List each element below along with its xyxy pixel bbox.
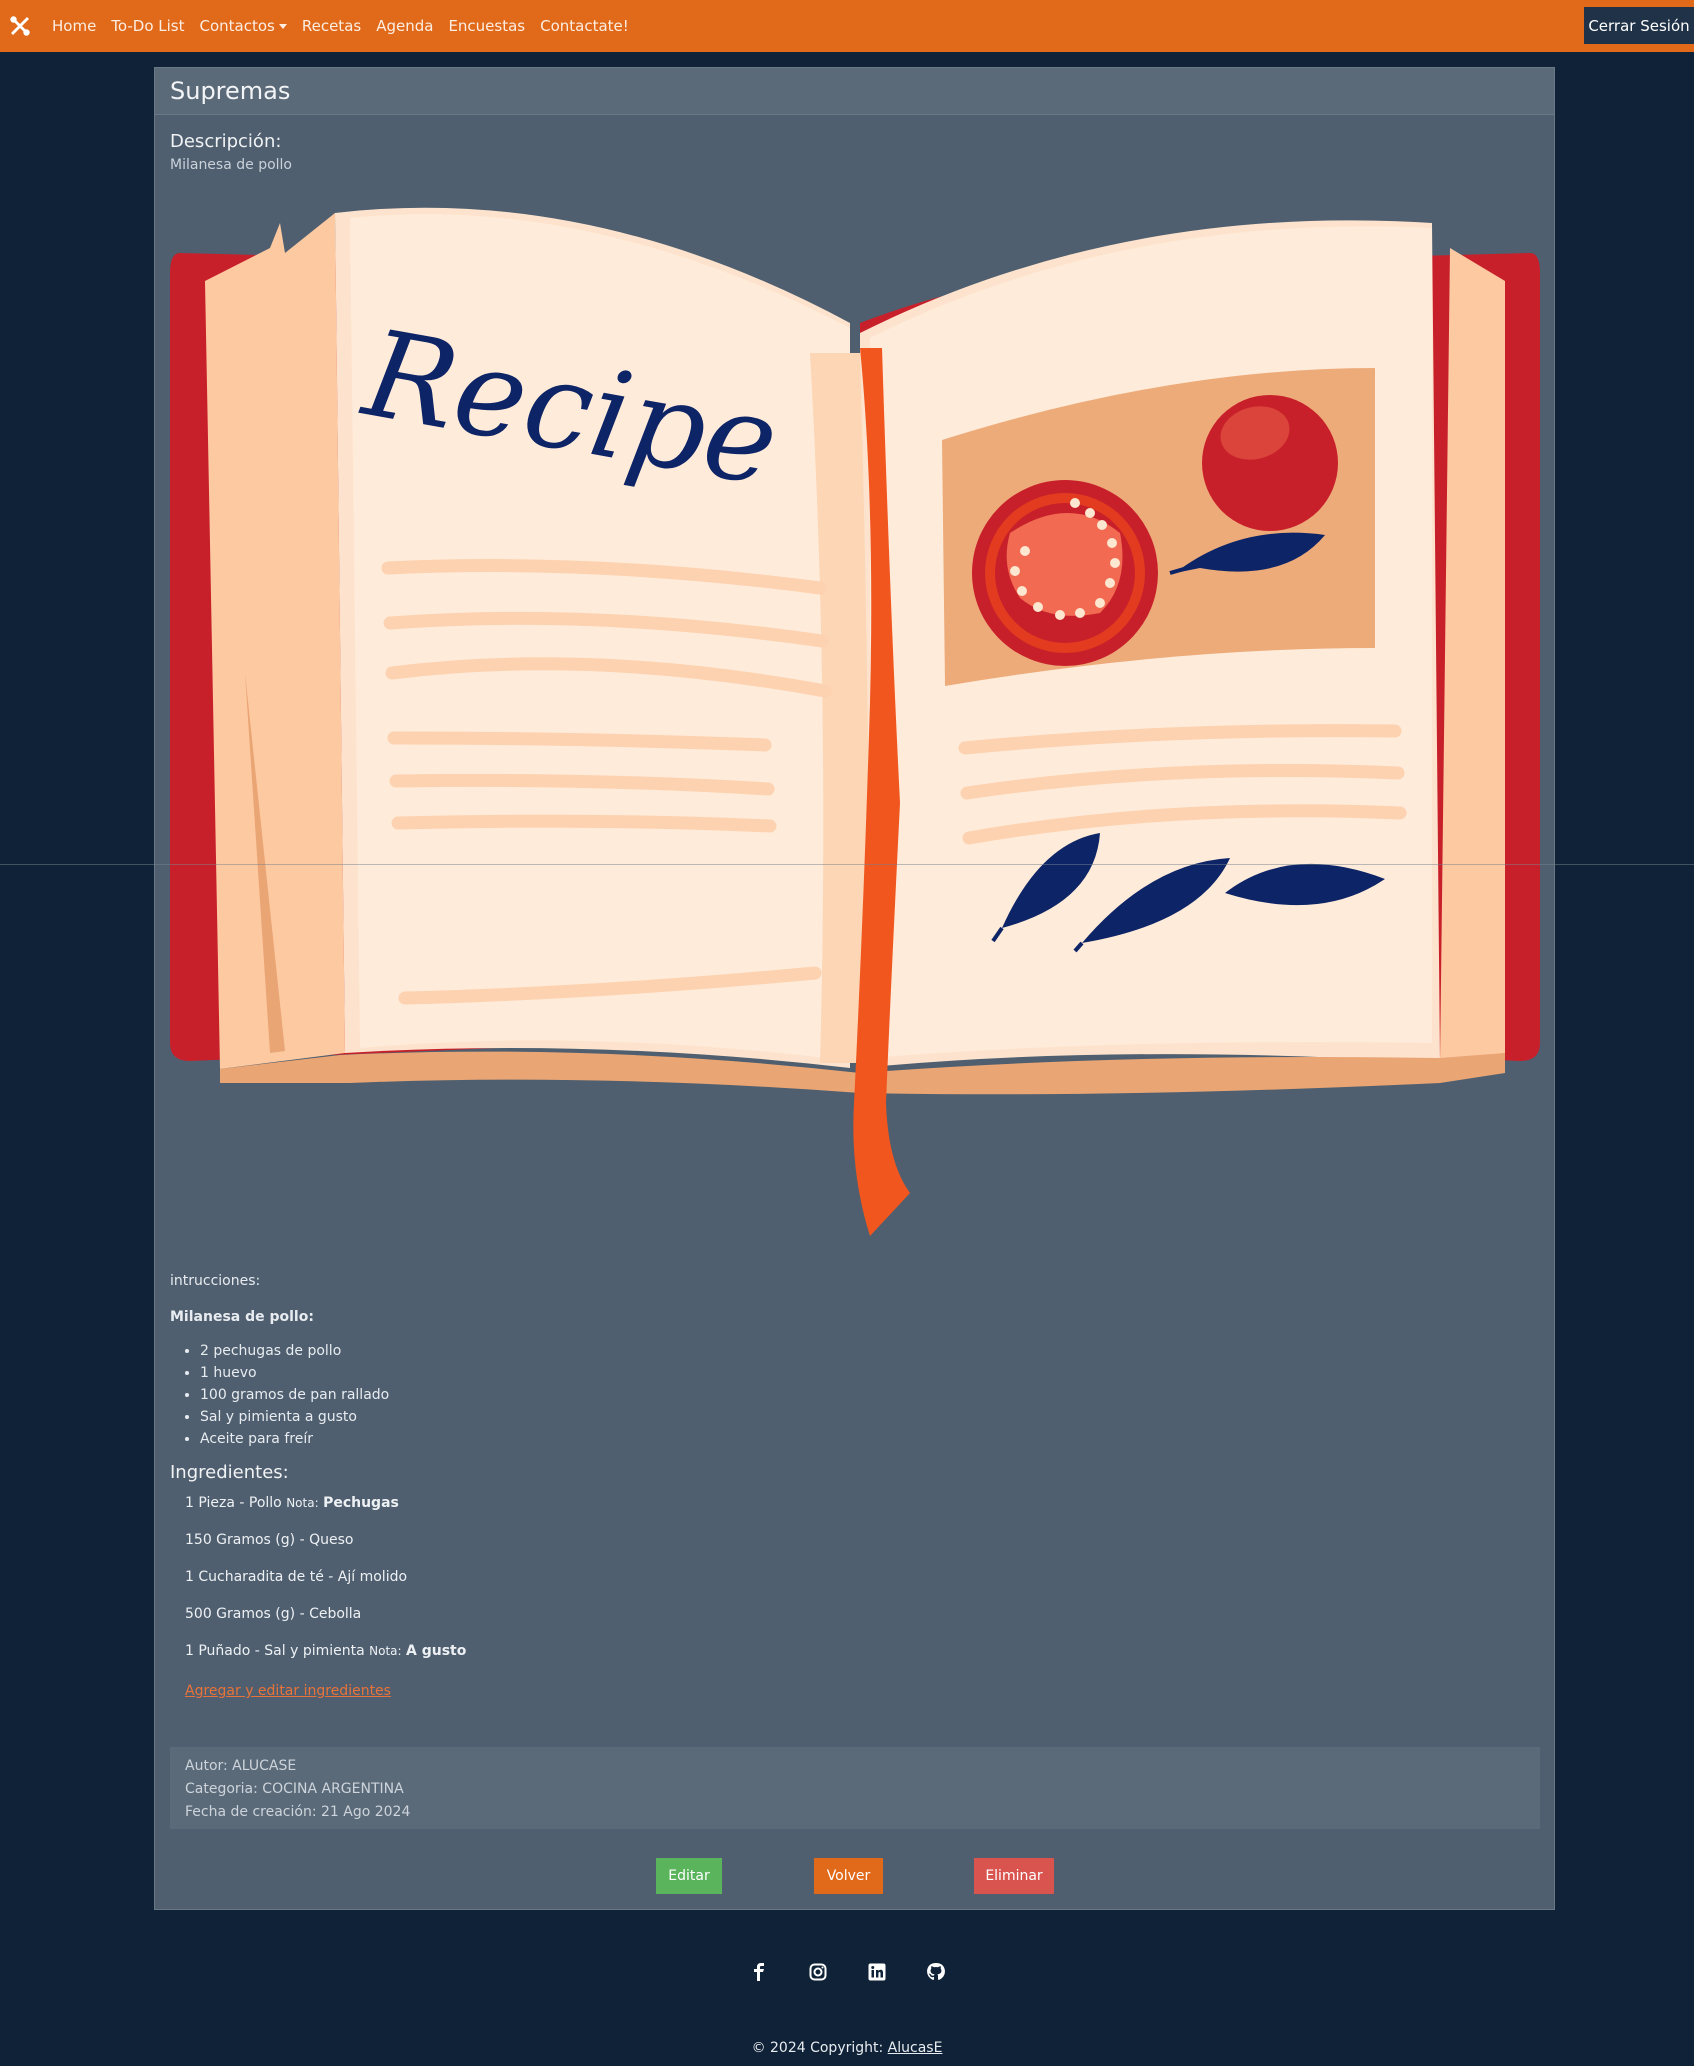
nav-recetas[interactable]: Recetas [302, 17, 361, 35]
edit-button[interactable]: Editar [656, 1858, 722, 1894]
copyright-link[interactable]: AlucasE [888, 2040, 943, 2056]
divider [0, 864, 1694, 865]
ingredient-text: 150 Gramos (g) - Queso [185, 1532, 354, 1548]
list-item: Sal y pimienta a gusto [200, 1409, 1530, 1426]
instructions-label: intrucciones: [170, 1273, 261, 1289]
list-item: 2 pechugas de pollo [200, 1343, 1530, 1360]
description-label: Descripción: [170, 131, 282, 152]
author-text: Autor: ALUCASE [185, 1758, 297, 1774]
brand-logo-icon[interactable] [0, 0, 40, 52]
recipe-meta: Autor: ALUCASE Categoria: COCINA ARGENTI… [170, 1747, 1540, 1829]
github-icon[interactable] [926, 1962, 946, 1982]
navbar: Home To-Do List Contactos Recetas Agenda… [0, 0, 1694, 52]
ingredient-item: 1 Pieza - Pollo Nota: Pechugas [185, 1495, 1530, 1511]
facebook-icon[interactable] [749, 1962, 769, 1982]
caret-down-icon [278, 24, 287, 29]
card-header: Supremas [155, 68, 1554, 115]
copyright: © 2024 Copyright: AlucasE [0, 2040, 1694, 2056]
back-button[interactable]: Volver [814, 1858, 883, 1894]
ingredient-item: 1 Puñado - Sal y pimienta Nota: A gusto [185, 1643, 1530, 1659]
ingredient-note-value: Pechugas [323, 1495, 399, 1511]
linkedin-icon[interactable] [867, 1962, 887, 1982]
nav-agenda[interactable]: Agenda [376, 17, 433, 35]
nav-contactos-dropdown[interactable]: Contactos [200, 17, 287, 35]
instagram-icon[interactable] [808, 1962, 828, 1982]
instructions-subtitle: Milanesa de pollo: [170, 1309, 314, 1325]
ingredient-item: 1 Cucharadita de té - Ají molido [185, 1569, 1530, 1585]
ingredient-note-value: A gusto [406, 1643, 467, 1659]
ingredient-text: 1 Cucharadita de té - Ají molido [185, 1569, 408, 1585]
date-text: Fecha de creación: 21 Ago 2024 [185, 1804, 411, 1820]
nav-todo-list[interactable]: To-Do List [111, 17, 184, 35]
ingredient-text: 1 Pieza - Pollo [185, 1495, 282, 1511]
nav-encuestas[interactable]: Encuestas [448, 17, 525, 35]
edit-ingredients-link[interactable]: Agregar y editar ingredientes [185, 1683, 391, 1699]
nav-contactos-label: Contactos [199, 17, 275, 35]
ingredient-note-label: Nota: [286, 1496, 319, 1510]
logout-button[interactable]: Cerrar Sesión [1584, 7, 1694, 44]
description-text: Milanesa de pollo [170, 157, 292, 173]
ingredient-item: 500 Gramos (g) - Cebolla [185, 1606, 1530, 1622]
delete-button[interactable]: Eliminar [974, 1858, 1054, 1894]
nav-home[interactable]: Home [52, 17, 96, 35]
ingredient-text: 500 Gramos (g) - Cebolla [185, 1606, 362, 1622]
instructions-section: intrucciones: Milanesa de pollo: 2 pechu… [170, 1273, 1530, 1699]
list-item: 100 gramos de pan rallado [200, 1387, 1530, 1404]
ingredients-title: Ingredientes: [170, 1462, 289, 1483]
ingredient-note-label: Nota: [369, 1644, 402, 1658]
ingredient-item: 150 Gramos (g) - Queso [185, 1532, 1530, 1548]
category-text: Categoria: COCINA ARGENTINA [185, 1781, 404, 1797]
copyright-text: © 2024 Copyright: [751, 2040, 888, 2056]
recipe-book-image: Recipe [170, 207, 1540, 1236]
recipe-title: Supremas [170, 77, 291, 105]
recipe-card: Supremas Descripción: Milanesa de pollo … [154, 67, 1555, 1910]
nav-contactate[interactable]: Contactate! [540, 17, 629, 35]
list-item: Aceite para freír [200, 1431, 1530, 1448]
ingredient-text: 1 Puñado - Sal y pimienta [185, 1643, 365, 1659]
steps-list: 2 pechugas de pollo 1 huevo 100 gramos d… [200, 1343, 1530, 1448]
card-body: Descripción: Milanesa de pollo [155, 115, 1554, 173]
social-links [0, 1962, 1694, 1982]
list-item: 1 huevo [200, 1365, 1530, 1382]
